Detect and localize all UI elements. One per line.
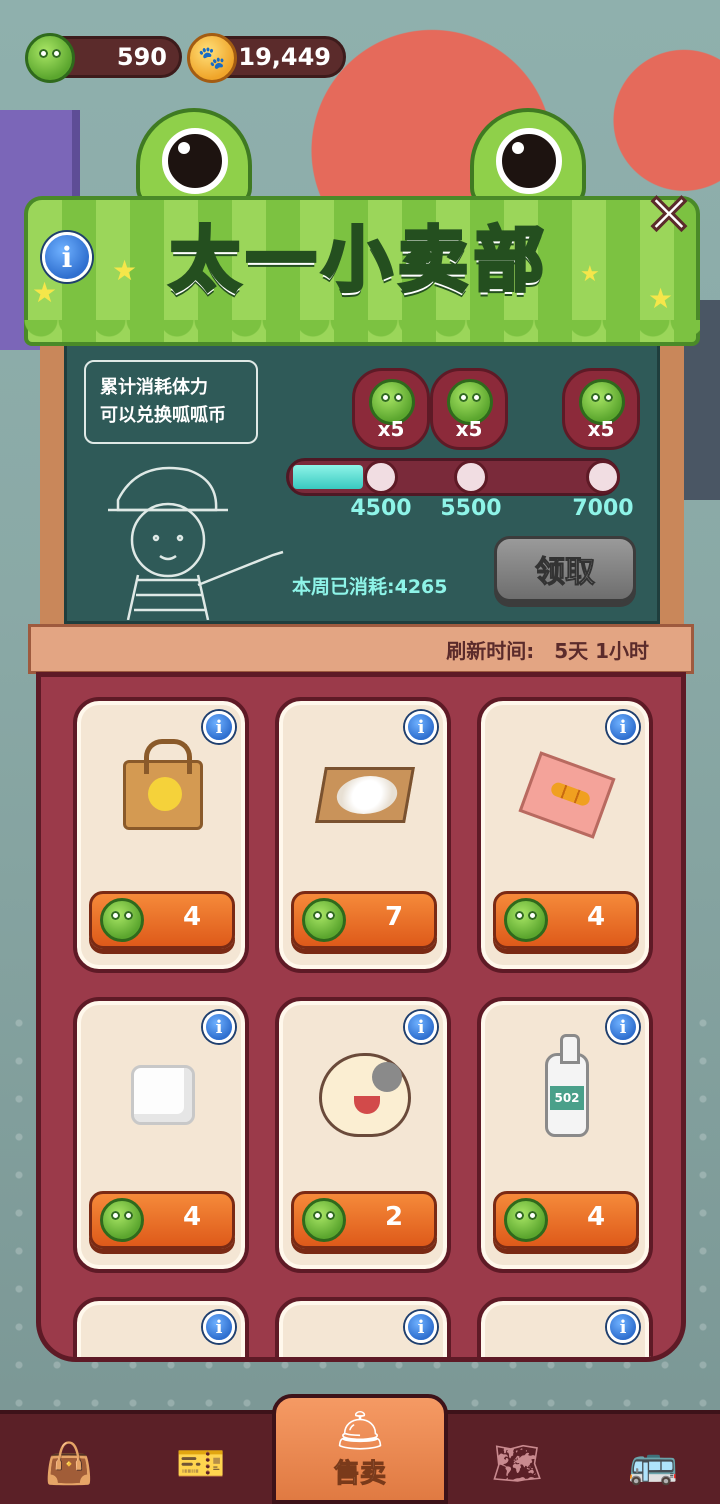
item-info-icon[interactable]: i [607, 1311, 639, 1343]
nav-tab-map[interactable]: 🗺 [462, 1424, 572, 1504]
reward-qty: x5 [587, 417, 615, 441]
frog-coin-icon [504, 1198, 548, 1242]
frog-coin-icon [100, 898, 144, 942]
sell-icon: 🛎 [334, 1407, 386, 1454]
item-info-icon[interactable]: i [203, 1011, 235, 1043]
reward-2[interactable]: x5 [430, 368, 508, 450]
product-card[interactable]: i 2 [275, 997, 451, 1273]
frog-coin-icon [25, 33, 75, 83]
frog-coin-icon [302, 1198, 346, 1242]
rice-tray-icon [315, 747, 415, 843]
milestone-marker [586, 460, 620, 494]
shop-info-icon[interactable]: i [42, 232, 92, 282]
map-icon: 🗺 [491, 1441, 543, 1487]
bus-icon: 🚌 [628, 1441, 678, 1487]
product-card[interactable]: i 4 [73, 997, 249, 1273]
item-price: 4 [586, 902, 606, 932]
product-card[interactable]: i 7 [275, 697, 451, 973]
paw-coin-amount: 19,449 [238, 43, 331, 71]
reward-1[interactable]: x5 [352, 368, 430, 450]
refresh-value: 5天 1小时 [554, 638, 649, 663]
item-info-icon[interactable]: i [405, 1311, 437, 1343]
frog-coin-counter[interactable]: 590 [25, 33, 182, 83]
nav-tab-bus[interactable]: 🚌 [598, 1424, 708, 1504]
paper-bag-icon [115, 739, 211, 843]
buy-button[interactable]: 4 [493, 891, 639, 949]
awning-scallop [24, 320, 700, 350]
frog-coin-icon [302, 898, 346, 942]
milestone-marker [454, 460, 488, 494]
progress-fill [293, 465, 363, 489]
chalk-note-line1: 累计消耗体力 [100, 377, 208, 398]
product-card[interactable]: i [73, 1297, 249, 1357]
star-icon: ★ [112, 254, 138, 287]
reward-qty: x5 [377, 417, 405, 441]
refresh-label: 刷新时间: [446, 638, 535, 663]
buy-button[interactable]: 4 [493, 1191, 639, 1249]
weekly-consumed: 本周已消耗:4265 [292, 576, 448, 598]
buy-button[interactable]: 4 [89, 1191, 235, 1249]
close-icon[interactable]: ✕ [640, 186, 698, 245]
buy-button[interactable]: 4 [89, 891, 235, 949]
milestone-label: 5500 [440, 496, 502, 521]
paw-coin-icon: 🐾 [187, 33, 237, 83]
milestone-marker [364, 460, 398, 494]
frog-coin-icon [504, 898, 548, 942]
refresh-timer: 刷新时间: 5天 1小时 [28, 624, 694, 674]
claim-button[interactable]: 领取 [494, 536, 636, 602]
star-icon: ★ [580, 262, 600, 287]
item-price: 4 [182, 902, 202, 932]
bottom-nav: 👜 🎫 🛎 售卖 🗺 🚌 [0, 1394, 720, 1504]
item-price: 4 [586, 1202, 606, 1232]
item-info-icon[interactable]: i [203, 711, 235, 743]
cat-sticker-icon [317, 1047, 413, 1143]
nav-tab-ticket[interactable]: 🎫 [146, 1424, 256, 1504]
skewer-snack-icon [518, 747, 616, 843]
chalk-note: 累计消耗体力 可以兑换呱呱币 [84, 360, 258, 444]
nav-tab-bag[interactable]: 👜 [14, 1424, 124, 1504]
item-info-icon[interactable]: i [405, 711, 437, 743]
frog-coin-amount: 590 [116, 43, 167, 71]
bag-icon: 👜 [44, 1441, 94, 1487]
progress-bar [286, 458, 620, 496]
product-card[interactable]: i 4 [73, 697, 249, 973]
glue-bottle-icon [519, 1034, 615, 1143]
star-icon: ★ [32, 276, 58, 309]
buy-button[interactable]: 2 [291, 1191, 437, 1249]
reward-qty: x5 [455, 417, 483, 441]
product-card[interactable]: i 4 [477, 697, 653, 973]
chalk-note-line2: 可以兑换呱呱币 [100, 405, 226, 426]
buy-button[interactable]: 7 [291, 891, 437, 949]
product-card[interactable]: i [477, 1297, 653, 1357]
item-price: 2 [384, 1202, 404, 1232]
ticket-icon: 🎫 [176, 1441, 226, 1487]
item-price: 7 [384, 902, 404, 932]
shop-title: 太一小卖部 [168, 217, 550, 303]
sugar-cube-icon [115, 1047, 211, 1143]
nav-tab-sell[interactable]: 🛎 售卖 [272, 1394, 448, 1504]
item-info-icon[interactable]: i [405, 1011, 437, 1043]
star-icon: ★ [648, 282, 674, 315]
item-price: 4 [182, 1202, 202, 1232]
product-grid: i 4 i 7 i 4 i 4 i 2 i 502 4 i i i [36, 672, 686, 1362]
product-card[interactable]: i [275, 1297, 451, 1357]
item-info-icon[interactable]: i [203, 1311, 235, 1343]
item-info-icon[interactable]: i [607, 711, 639, 743]
product-card[interactable]: i 4 [477, 997, 653, 1273]
paw-coin-counter[interactable]: 🐾 19,449 [187, 33, 346, 83]
milestone-label: 4500 [350, 496, 412, 521]
nav-tab-label: 售卖 [333, 1458, 386, 1489]
milestone-label: 7000 [572, 496, 634, 521]
frog-coin-icon [100, 1198, 144, 1242]
item-info-icon[interactable]: i [607, 1011, 639, 1043]
chalk-boy-drawing [108, 466, 284, 620]
reward-3[interactable]: x5 [562, 368, 640, 450]
